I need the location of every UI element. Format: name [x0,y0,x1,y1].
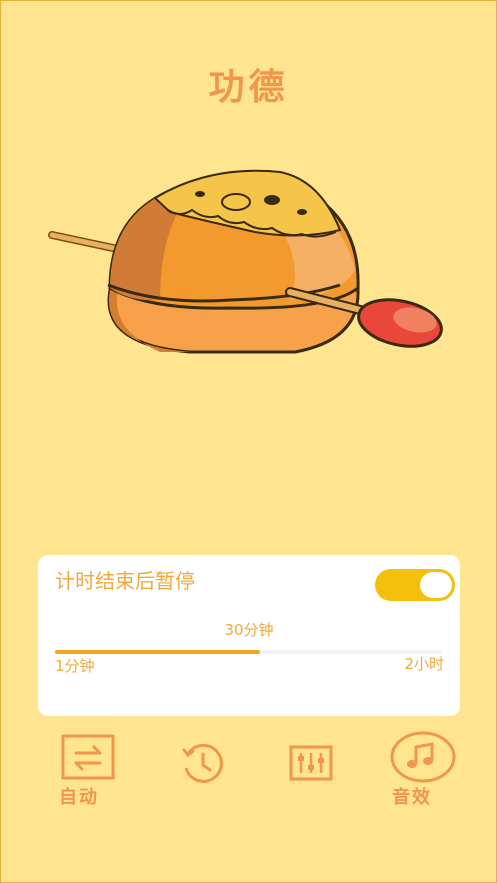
sound-button[interactable]: 音效 [388,731,458,809]
auto-button-label: 自动 [59,787,99,808]
music-note-icon [390,731,456,783]
pause-after-timer-toggle[interactable] [375,569,455,601]
sound-button-label: 音效 [392,787,432,808]
toggle-knob [420,572,452,598]
slider-min-label: 1分钟 [55,657,95,675]
slider-current-value: 30分钟 [224,621,274,639]
timer-slider-fill [55,650,261,654]
wooden-fish-image[interactable] [40,160,460,370]
page-title: 功德 [208,66,289,108]
timer-slider[interactable] [55,650,442,654]
settings-button[interactable] [289,745,333,781]
timer-icon [182,743,223,783]
auto-button[interactable]: 自动 [55,733,125,808]
repeat-icon [61,734,115,780]
timer-button[interactable] [180,742,226,786]
slider-max-label: 2小时 [404,655,444,673]
equalizer-icon [289,745,333,781]
timer-card-title: 计时结束后暂停 [55,569,195,593]
timer-card: 计时结束后暂停 30分钟 1分钟 2小时 [38,555,460,716]
